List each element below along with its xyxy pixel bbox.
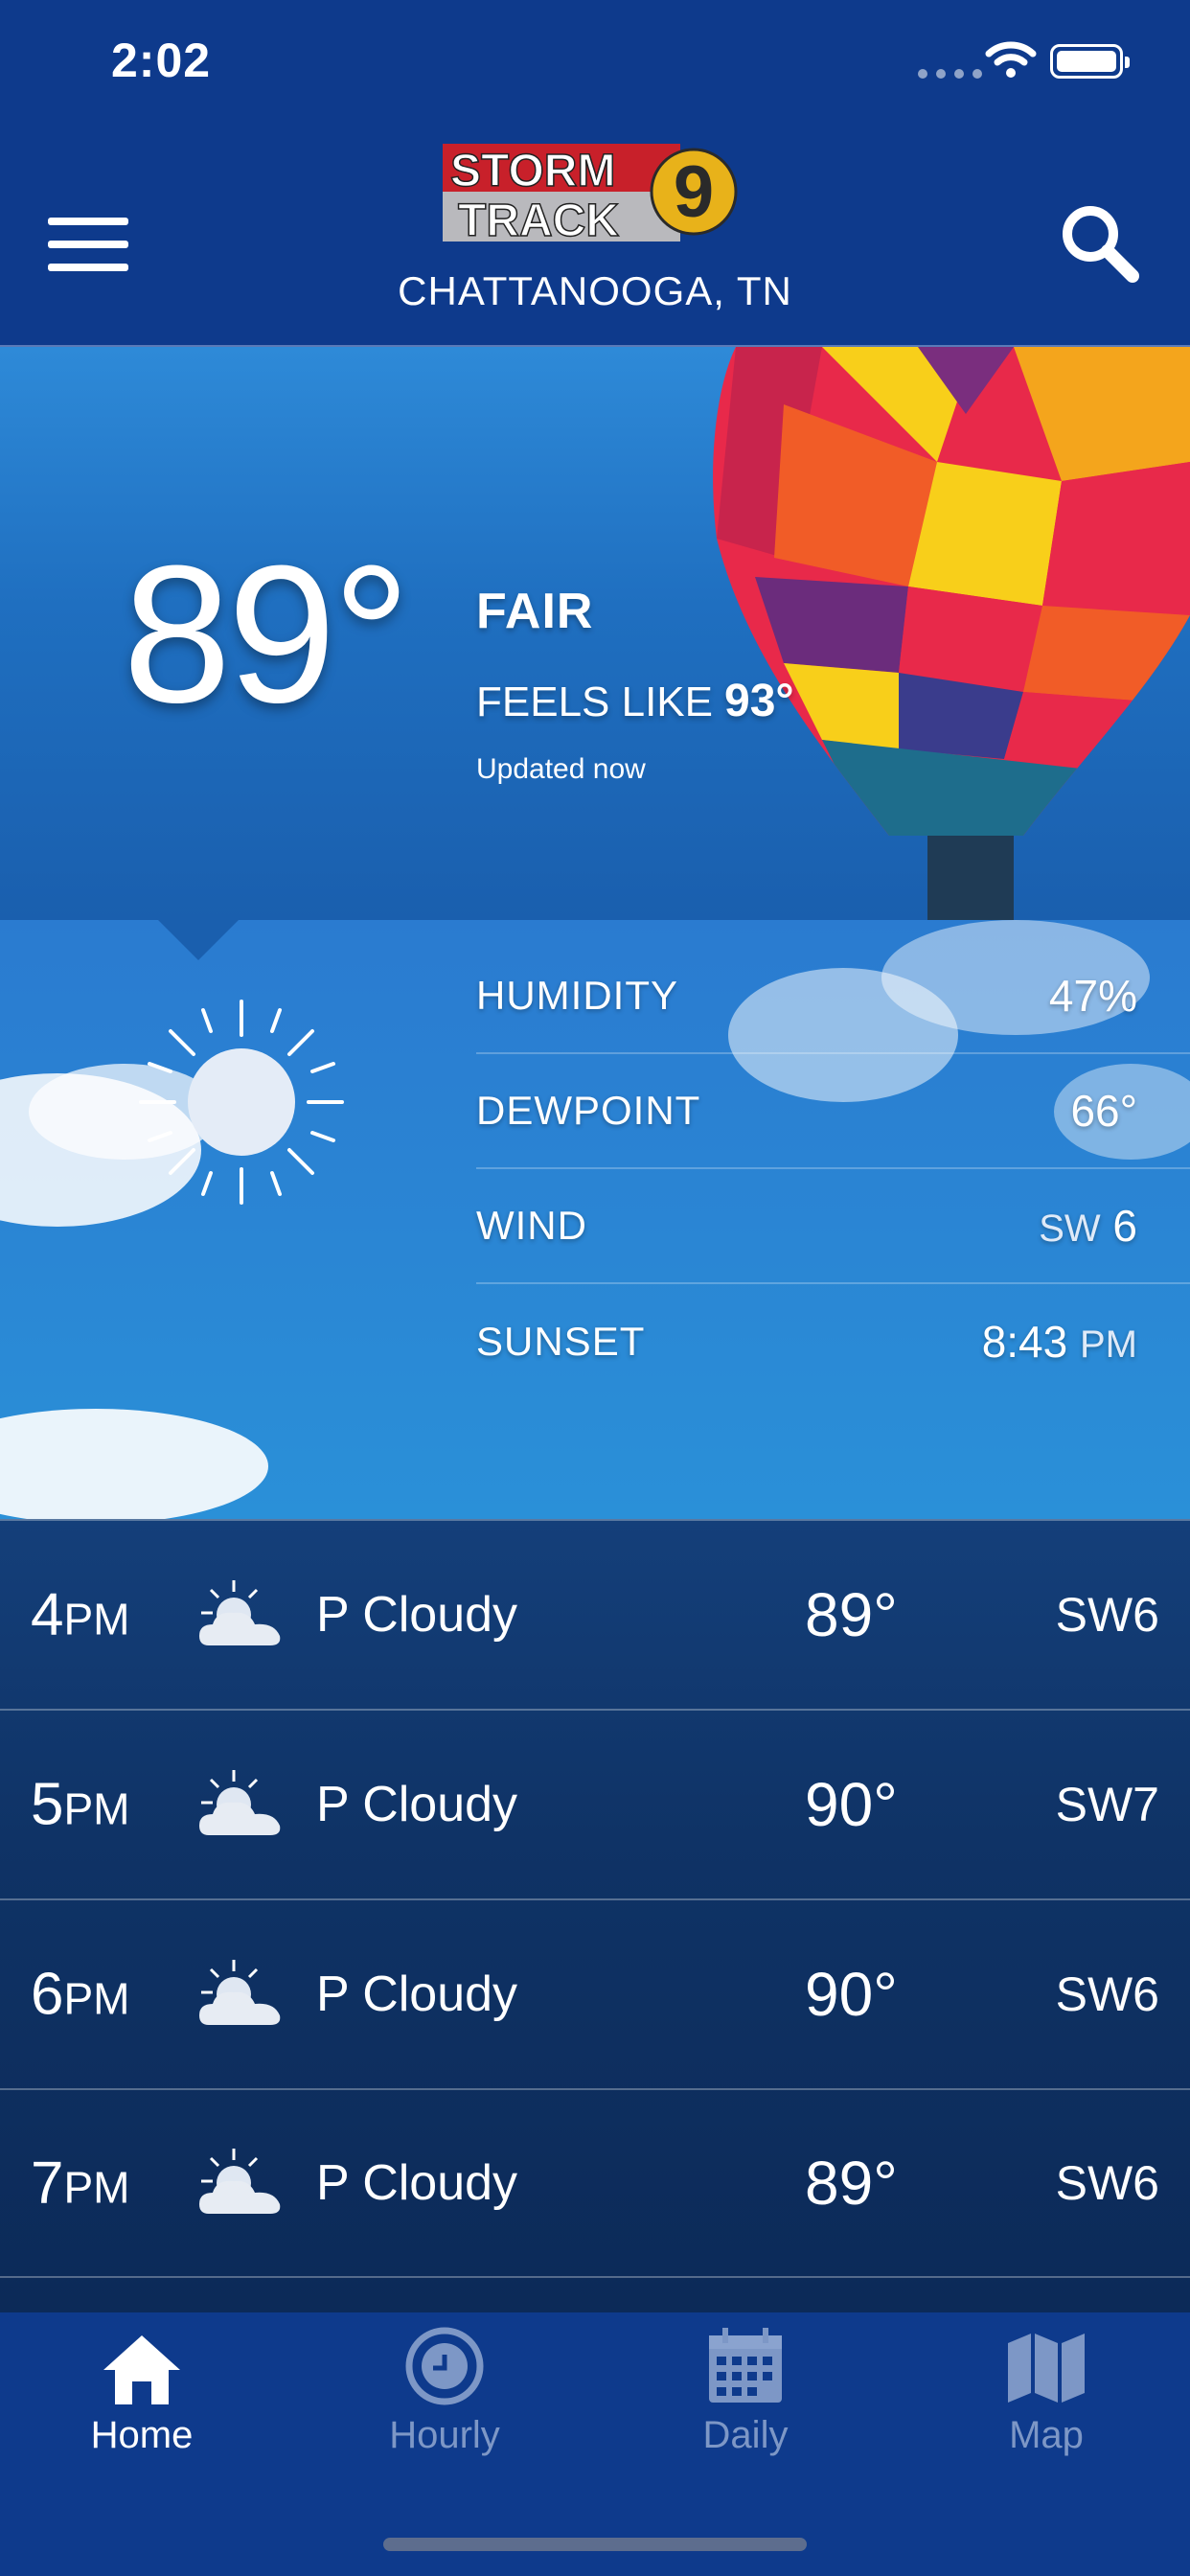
hour-wind: SW6 (1055, 2156, 1159, 2210)
status-time: 2:02 (111, 34, 212, 87)
svg-text:TRACK: TRACK (458, 196, 619, 242)
tab-label: Hourly (389, 2414, 500, 2456)
detail-label: HUMIDITY (476, 973, 678, 1018)
detail-row-humidity: HUMIDITY 47% (476, 939, 1190, 1054)
detail-row-wind: WIND SW 6 (476, 1169, 1190, 1284)
detail-value: 8:43 PM (981, 1317, 1137, 1367)
hourly-row[interactable]: 4PM P Cloudy 89° SW6 (0, 1519, 1190, 1709)
calendar-icon (709, 2328, 782, 2403)
feels-like: FEELS LIKE 93° (476, 675, 794, 727)
battery-icon (1050, 44, 1130, 79)
hour-condition: P Cloudy (316, 1966, 518, 2022)
home-indicator (383, 2538, 807, 2551)
hour-condition: P Cloudy (316, 2155, 518, 2211)
svg-text:STORM: STORM (450, 146, 615, 196)
menu-button[interactable] (48, 218, 128, 271)
detail-value: 66° (1070, 1086, 1137, 1136)
svg-text:9: 9 (674, 151, 714, 233)
sun-icon (139, 1000, 344, 1205)
hourly-row[interactable]: 5PM P Cloudy 90° SW7 (0, 1709, 1190, 1898)
signal-icon (918, 69, 982, 79)
feels-like-value: 93° (724, 676, 794, 726)
home-icon (103, 2335, 180, 2404)
hour-label: 5PM (31, 1771, 130, 1838)
hour-wind: SW6 (1055, 1588, 1159, 1642)
detail-value: 47% (1048, 971, 1137, 1021)
detail-label: DEWPOINT (476, 1088, 701, 1133)
search-icon[interactable] (1058, 201, 1144, 288)
partly-cloudy-icon (199, 1960, 281, 2025)
partly-cloudy-icon (199, 1580, 281, 1645)
location-label: CHATTANOOGA, TN (398, 268, 792, 313)
detail-row-dewpoint: DEWPOINT 66° (476, 1054, 1190, 1169)
wifi-icon (985, 41, 1037, 78)
clock-icon (405, 2327, 484, 2405)
feels-like-label: FEELS LIKE (476, 678, 714, 725)
hour-label: 7PM (31, 2150, 130, 2217)
hour-wind: SW6 (1055, 1967, 1159, 2021)
tab-home[interactable]: Home (36, 2324, 247, 2457)
detail-row-sunset: SUNSET 8:43 PM (476, 1284, 1190, 1399)
hour-condition: P Cloudy (316, 1777, 518, 1832)
detail-label: SUNSET (476, 1319, 646, 1364)
hour-condition: P Cloudy (316, 1587, 518, 1643)
hourly-row[interactable]: 6PM P Cloudy 90° SW6 (0, 1898, 1190, 2088)
map-icon (1008, 2334, 1085, 2403)
partly-cloudy-icon (199, 1770, 281, 1835)
partly-cloudy-icon (199, 2149, 281, 2214)
panel-pointer (156, 918, 240, 960)
hour-label: 4PM (31, 1581, 130, 1648)
hourly-row[interactable]: 7PM P Cloudy 89° SW6 (0, 2088, 1190, 2278)
tab-label: Home (90, 2414, 194, 2456)
tab-label: Daily (702, 2414, 789, 2456)
tab-hourly[interactable]: Hourly (339, 2324, 550, 2457)
storm-track-logo: STORM TRACK 9 (443, 144, 738, 242)
hour-temperature: 90° (805, 1770, 898, 1839)
tab-daily[interactable]: Daily (640, 2324, 851, 2457)
tab-label: Map (1009, 2414, 1084, 2456)
tab-map[interactable]: Map (941, 2324, 1152, 2457)
hour-temperature: 90° (805, 1960, 898, 2029)
current-temperature: 89° (123, 525, 410, 744)
detail-label: WIND (476, 1203, 587, 1248)
hour-label: 6PM (31, 1961, 130, 2028)
detail-value: SW 6 (1039, 1201, 1137, 1251)
hour-temperature: 89° (805, 1580, 898, 1649)
updated-timestamp: Updated now (476, 753, 646, 785)
hour-wind: SW7 (1055, 1778, 1159, 1831)
hour-temperature: 89° (805, 2149, 898, 2218)
hot-air-balloon-image (713, 347, 1190, 920)
current-condition: FAIR (476, 584, 594, 639)
